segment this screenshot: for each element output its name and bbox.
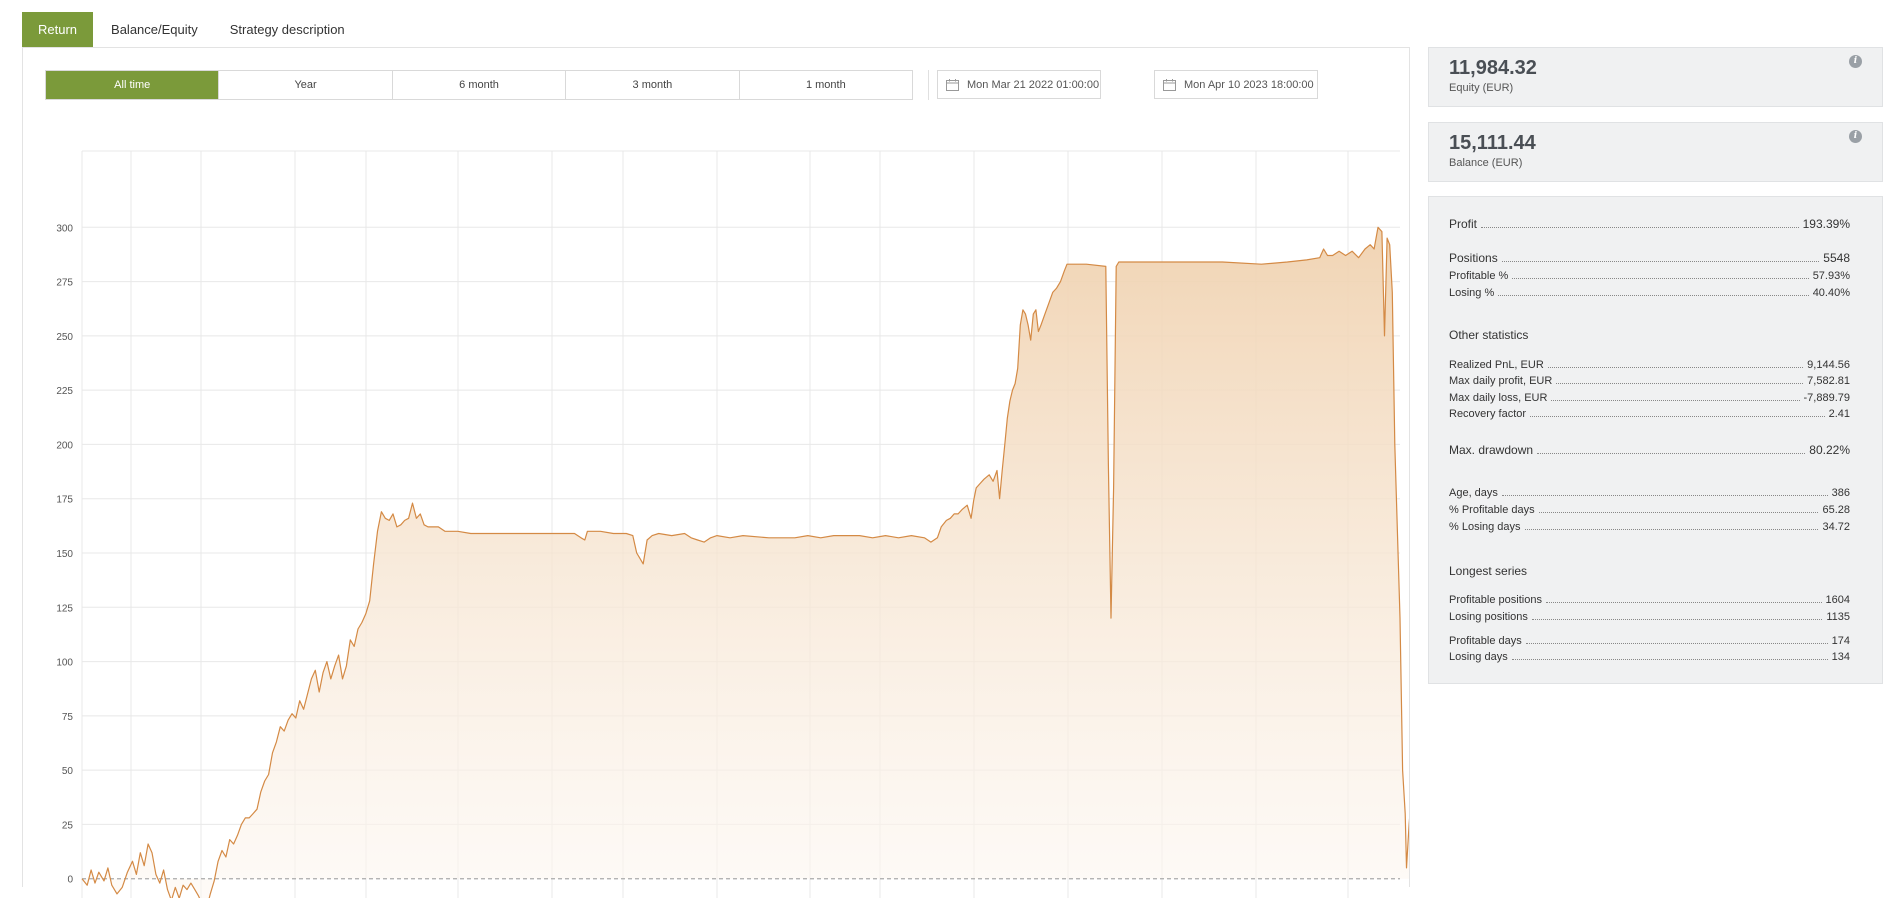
calendar-icon: [1163, 78, 1176, 91]
tab-balance-equity[interactable]: Balance/Equity: [95, 12, 214, 47]
stat-label: Max daily loss, EUR: [1449, 392, 1548, 404]
y-tick-label: 25: [62, 820, 74, 831]
stat-losing-days: Losing days 134: [1449, 649, 1850, 663]
stat-losing-days-pct: % Losing days 34.72: [1449, 519, 1850, 533]
stat-max-drawdown: Max. drawdown 80.22%: [1449, 443, 1850, 457]
y-tick-label: 175: [56, 495, 73, 506]
return-area: [82, 227, 1409, 898]
date-to-field[interactable]: Mon Apr 10 2023 18:00:00: [1154, 70, 1318, 99]
top-tabs: Return Balance/Equity Strategy descripti…: [22, 12, 361, 47]
y-tick-label: 0: [67, 875, 73, 886]
balance-value: 15,111.44: [1449, 132, 1536, 154]
divider: [928, 70, 929, 100]
date-to-value: Mon Apr 10 2023 18:00:00: [1184, 78, 1314, 91]
range-all-time-button[interactable]: All time: [46, 71, 220, 99]
stat-profitable-pct: Profitable % 57.93%: [1449, 268, 1850, 282]
info-icon[interactable]: i: [1849, 55, 1862, 68]
date-from-value: Mon Mar 21 2022 01:00:00: [967, 78, 1100, 91]
stat-positions: Positions 5548: [1449, 251, 1850, 265]
tab-return[interactable]: Return: [22, 12, 94, 47]
stat-value: 65.28: [1822, 504, 1850, 516]
stat-value: 2.41: [1828, 408, 1850, 420]
stat-value: 174: [1831, 635, 1850, 647]
y-tick-label: 50: [62, 766, 74, 777]
statistics-card: Profit 193.39% Positions 5548 Profitable %…: [1428, 196, 1883, 684]
stat-label: Realized PnL, EUR: [1449, 359, 1544, 371]
stat-label: Max. drawdown: [1449, 443, 1534, 457]
y-tick-label: 75: [62, 712, 74, 723]
y-tick-label: 300: [56, 223, 73, 234]
y-tick-label: 200: [56, 440, 73, 451]
stat-value: 1135: [1826, 611, 1850, 623]
stat-recovery-factor: Recovery factor 2.41: [1449, 406, 1850, 420]
stat-label: Max daily profit, EUR: [1449, 375, 1553, 387]
other-statistics-heading: Other statistics: [1449, 328, 1529, 342]
stat-value: 7,582.81: [1807, 375, 1850, 387]
y-tick-label: 250: [56, 332, 73, 343]
stat-value: 386: [1831, 487, 1850, 499]
stat-losing-pct: Losing % 40.40%: [1449, 285, 1850, 299]
stat-label: Recovery factor: [1449, 408, 1527, 420]
stat-label: Losing %: [1449, 287, 1495, 299]
info-icon[interactable]: i: [1849, 130, 1862, 143]
stat-profitable-days-pct: % Profitable days 65.28: [1449, 502, 1850, 516]
range-3-month-button[interactable]: 3 month: [566, 71, 740, 99]
y-tick-label: 125: [56, 603, 73, 614]
stat-value: 1604: [1825, 594, 1850, 606]
return-panel: All time Year 6 month 3 month 1 month Mo…: [22, 47, 1410, 898]
y-tick-label: 100: [56, 658, 73, 669]
y-tick-label: 275: [56, 278, 73, 289]
stat-value: 5548: [1823, 251, 1850, 265]
balance-card: 15,111.44 Balance (EUR) i: [1428, 122, 1883, 182]
stat-max-daily-loss: Max daily loss, EUR -7,889.79: [1449, 390, 1850, 404]
stat-value: 193.39%: [1802, 217, 1850, 231]
stat-value: 9,144.56: [1807, 359, 1850, 371]
stat-profitable-days: Profitable days 174: [1449, 633, 1850, 647]
stat-losing-positions: Losing positions 1135: [1449, 609, 1850, 623]
stat-profitable-positions: Profitable positions 1604: [1449, 592, 1850, 606]
stat-label: Profitable positions: [1449, 594, 1542, 606]
range-year-button[interactable]: Year: [219, 71, 393, 99]
time-range-selector: All time Year 6 month 3 month 1 month: [45, 70, 913, 100]
range-1-month-button[interactable]: 1 month: [739, 71, 913, 99]
stat-age-days: Age, days 386: [1449, 485, 1850, 499]
calendar-icon: [946, 78, 959, 91]
stat-label: Losing positions: [1449, 611, 1528, 623]
stat-realized-pnl: Realized PnL, EUR 9,144.56: [1449, 357, 1850, 371]
stat-label: Positions: [1449, 251, 1498, 265]
stat-profit: Profit 193.39%: [1449, 217, 1850, 231]
stat-value: 57.93%: [1812, 270, 1850, 282]
stat-label: Age, days: [1449, 487, 1498, 499]
longest-series-heading: Longest series: [1449, 564, 1528, 578]
stat-label: Profit: [1449, 217, 1478, 231]
stat-value: 40.40%: [1812, 287, 1850, 299]
equity-card: 11,984.32 Equity (EUR) i: [1428, 47, 1883, 107]
range-6-month-button[interactable]: 6 month: [392, 71, 567, 99]
stat-label: Profitable %: [1449, 270, 1509, 282]
return-chart[interactable]: -250255075100125150175200225250275300: [23, 108, 1409, 898]
stat-label: % Losing days: [1449, 521, 1521, 533]
stat-label: % Profitable days: [1449, 504, 1535, 516]
tab-strategy-description[interactable]: Strategy description: [214, 12, 361, 47]
stat-label: Profitable days: [1449, 635, 1522, 647]
stat-value: 134: [1831, 651, 1850, 663]
stat-value: 80.22%: [1809, 443, 1850, 457]
equity-value: 11,984.32: [1449, 57, 1537, 79]
y-tick-label: 225: [56, 386, 73, 397]
equity-label: Equity (EUR): [1449, 82, 1514, 94]
stat-value: -7,889.79: [1803, 392, 1850, 404]
stat-value: 34.72: [1822, 521, 1850, 533]
stat-label: Losing days: [1449, 651, 1508, 663]
y-tick-label: 150: [56, 549, 73, 560]
date-from-field[interactable]: Mon Mar 21 2022 01:00:00: [937, 70, 1101, 99]
balance-label: Balance (EUR): [1449, 157, 1523, 169]
stat-max-daily-profit: Max daily profit, EUR 7,582.81: [1449, 373, 1850, 387]
